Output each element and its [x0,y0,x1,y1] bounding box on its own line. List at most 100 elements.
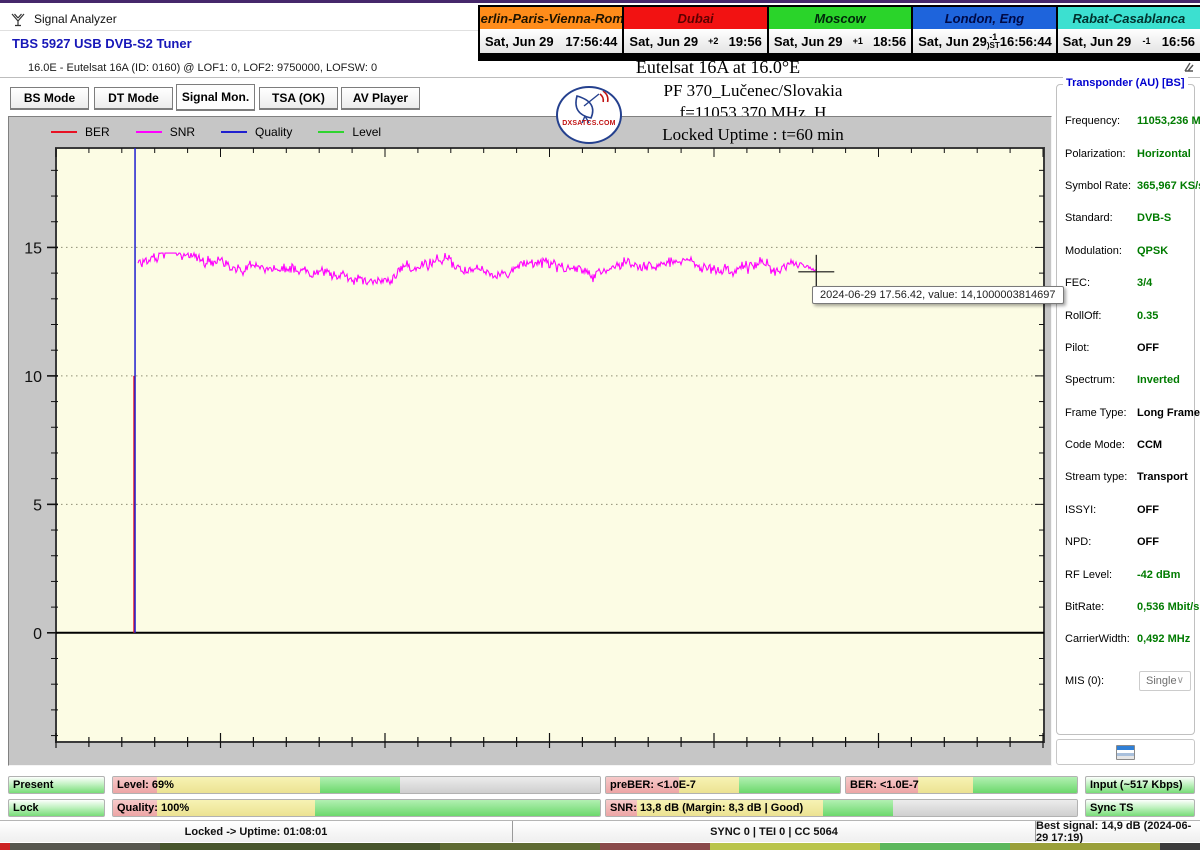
satellite-title: Eutelsat 16A at 16.0°E [635,57,801,77]
transponder-value: 0,536 Mbit/s [1137,601,1200,614]
bar-segment-yellow [156,777,320,793]
transponder-label: Modulation: [1065,244,1122,257]
transponder-label: Pilot: [1065,341,1090,354]
mode-button-bs-mode[interactable]: BS Mode [10,87,89,110]
y-axis-label: 5 [33,497,42,514]
transponder-label: Standard: [1065,212,1113,225]
transponder-row: Modulation: QPSK [1065,235,1190,267]
clock-offset-note: )ST [986,41,1000,50]
bar-quality: Quality: 100% [112,799,601,817]
strip-fragment [600,843,710,850]
striped-list-icon [1116,744,1135,760]
transponder-row: Frame Type: Long Frame [1065,397,1200,429]
transponder-row: Symbol Rate: 365,967 KS/s [1065,170,1200,202]
transponder-label: RollOff: [1065,309,1102,322]
signal-chart-panel: BER SNR Quality Level 0 5 10 15 [8,116,1052,766]
transponder-value: OFF [1137,341,1159,354]
mode-button-signal-mon-[interactable]: Signal Mon. [176,84,255,111]
transponder-rows: Frequency: 11053,236 MHz Polarization: Hori… [1065,105,1200,693]
bar-label: Quality: 100% [117,802,190,814]
clock-time: 17:56:44 [565,33,618,49]
log-export-button[interactable] [1056,739,1195,765]
mis-select[interactable]: Single ∨ [1139,670,1191,691]
clock-time-row: Sat, Jun 29 17:56:44 [480,29,623,53]
transponder-value: Inverted [1137,374,1180,387]
clock-city-label: Rabat-Casablanca [1057,7,1200,29]
clock-time: 16:56:44 [999,33,1052,49]
clock-time: 19:56 [728,33,762,49]
y-axis-label: 0 [33,626,42,643]
bar-segment-green [822,800,894,816]
clock-3: Moscow Sat, Jun 29 +1 18:56 [768,7,914,59]
transponder-panel-title: Transponder (AU) [BS] [1063,77,1188,89]
dxsatcs-logo-circle: DXSATCS.COM [556,86,622,144]
status-bar: Locked -> Uptime: 01:08:01 SYNC 0 | TEI … [0,820,1200,844]
mode-button-tsa-ok-[interactable]: TSA (OK) [259,87,338,110]
clock-time-row: Sat, Jun 29 +1 18:56 [768,29,912,53]
satellite-dish-icon [575,90,609,124]
bar-label: Level: 69% [117,779,174,791]
transponder-row: ISSYI: OFF [1065,494,1190,526]
logo-caption: DXSATCS.COM [562,120,616,127]
transponder-label: CarrierWidth: [1065,633,1130,646]
bar-segment-yellow [917,777,974,793]
transponder-panel: Transponder (AU) [BS] Frequency: 11053,23… [1056,77,1200,735]
bar-ber: BER: <1.0E-7 [845,776,1078,794]
transponder-row: NPD: OFF [1065,526,1190,558]
clock-date: Sat, Jun 29 [485,33,554,49]
strip-fragment [10,843,160,850]
clock-city-label: Dubai [624,7,767,29]
tuner-name: TBS 5927 USB DVB-S2 Tuner [12,36,192,51]
badge-input-517-kbps-: Input (~517 Kbps) [1085,776,1195,794]
watermark-glyph [1184,62,1194,72]
chevron-down-icon: ∨ [1176,675,1184,687]
transponder-label: RF Level: [1065,568,1113,581]
transponder-label: Frequency: [1065,115,1121,128]
bar-snr: SNR: 13,8 dB (Margin: 8,3 dB | Good) [605,799,1078,817]
mis-value: Single [1146,674,1177,687]
tuner-details: 16.0E - Eutelsat 16A (ID: 0160) @ LOF1: … [28,62,378,74]
transponder-value: 11053,236 MHz [1137,115,1200,128]
clock-date: Sat, Jun 29 [629,33,699,49]
transponder-value: DVB-S [1137,212,1172,225]
mode-button-av-player[interactable]: AV Player [341,87,420,110]
clock-5: Rabat-Casablanca Sat, Jun 29 -1 16:56 [1057,7,1200,59]
bar-label: BER: <1.0E-7 [850,779,919,791]
mis-row: MIS (0): Single ∨ [1065,669,1191,693]
badge-present: Present [8,776,105,794]
transponder-row: Stream type: Transport [1065,461,1190,493]
transponder-row: BitRate: 0,536 Mbit/s [1065,591,1199,623]
clock-utc-offset: -1)ST [987,32,1000,50]
clock-utc-offset: -1 [1131,36,1162,46]
transponder-value: Horizontal [1137,147,1191,160]
mis-label: MIS (0): [1065,674,1105,687]
transponder-label: NPD: [1065,536,1092,549]
status-uptime: Locked -> Uptime: 01:08:01 [184,825,328,838]
transponder-label: Spectrum: [1065,374,1116,387]
signal-plot[interactable]: 0 5 10 15 [9,117,1053,767]
clock-date: Sat, Jun 29 [918,33,987,49]
clock-utc-offset: +2 [698,36,729,46]
clock-city-label: Berlin-Paris-Vienna-Roma [480,7,623,29]
clock-time: 16:56 [1161,33,1196,49]
transponder-row: FEC: 3/4 [1065,267,1190,299]
strip-fragment [160,843,440,850]
y-axis-label: 10 [24,369,42,386]
transponder-label: Code Mode: [1065,439,1125,452]
clock-4: London, Eng Sat, Jun 29 -1)ST 16:56:44 [913,7,1058,59]
window-title: Signal Analyzer [34,12,117,26]
clock-utc-offset: +1 [842,36,873,46]
strip-fragment [1160,843,1200,850]
clock-city-label: London, Eng [913,7,1056,29]
bar-segment-green [739,777,840,793]
bar-label: preBER: <1.0E-7 [610,779,696,791]
mode-button-dt-mode[interactable]: DT Mode [94,87,173,110]
transponder-value: 365,967 KS/s [1137,179,1200,192]
badge-lock: Lock [8,799,105,817]
transponder-label: Frame Type: [1065,406,1127,419]
transponder-value: 0,492 MHz [1137,633,1191,646]
transponder-row: Standard: DVB-S [1065,202,1190,234]
transponder-value: Transport [1137,471,1188,484]
y-axis-label: 15 [24,240,42,257]
transponder-label: Symbol Rate: [1065,179,1132,192]
